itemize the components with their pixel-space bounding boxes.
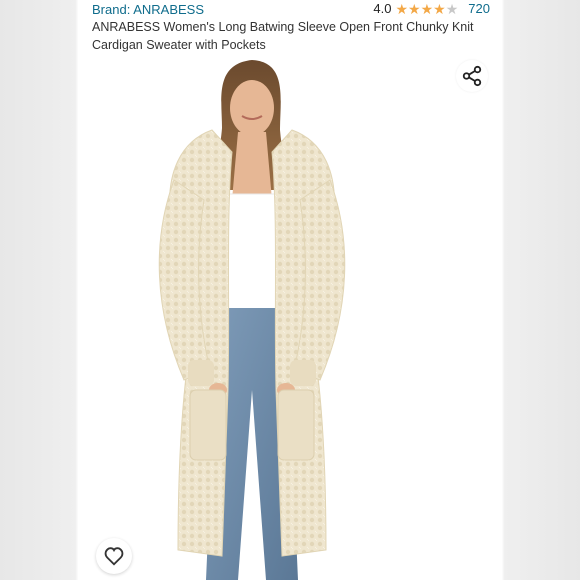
star-icon: ★ — [420, 0, 434, 17]
rating-stars: ★ ★ ★ ★ ★ — [395, 2, 458, 16]
star-icon: ★ — [433, 0, 446, 17]
product-image — [158, 60, 346, 580]
star-icon: ★ — [408, 0, 421, 17]
review-count[interactable]: 720 — [468, 1, 490, 16]
share-button[interactable] — [456, 60, 488, 92]
heart-icon — [104, 547, 124, 566]
rating-summary[interactable]: 4.0 ★ ★ ★ ★ ★ 720 — [373, 1, 490, 16]
brand-link[interactable]: Brand: ANRABESS — [92, 2, 204, 17]
star-icon: ★ — [395, 0, 409, 17]
star-icon: ★ — [445, 0, 459, 17]
rating-value: 4.0 — [373, 1, 392, 16]
product-title: ANRABESS Women's Long Batwing Sleeve Ope… — [92, 20, 474, 52]
favorite-button[interactable] — [96, 538, 132, 574]
share-icon — [462, 65, 482, 87]
